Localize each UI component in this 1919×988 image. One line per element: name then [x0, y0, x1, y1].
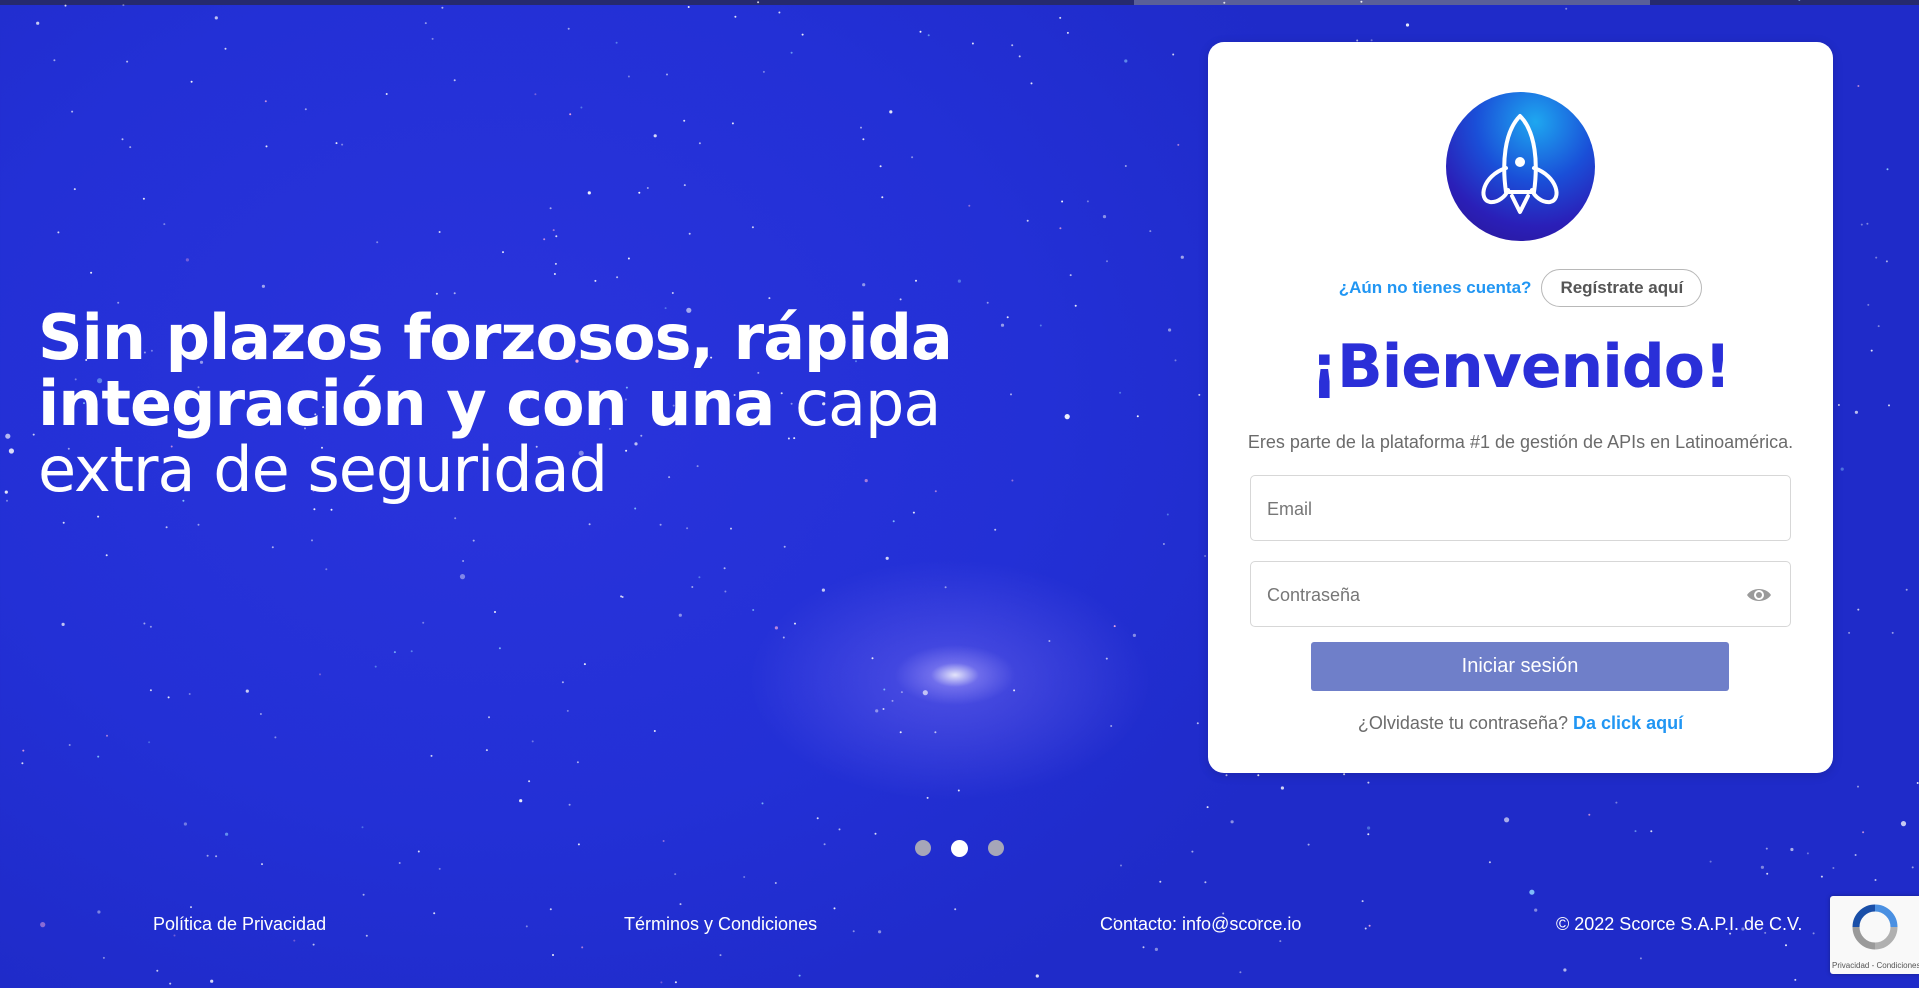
carousel-dot-3[interactable] — [988, 840, 1004, 856]
carousel-dot-2[interactable] — [951, 839, 968, 857]
email-input[interactable] — [1265, 476, 1749, 542]
signup-question: ¿Aún no tienes cuenta? — [1338, 278, 1532, 297]
recaptcha-icon — [1852, 904, 1898, 950]
forgot-link[interactable]: Da click aquí — [1573, 713, 1683, 733]
password-input[interactable] — [1265, 562, 1749, 628]
hero-line-1: Sin plazos forzosos, rápida — [38, 301, 953, 374]
register-button[interactable]: Regístrate aquí — [1541, 269, 1703, 307]
recaptcha-badge[interactable]: Privacidad - Condiciones — [1830, 896, 1919, 974]
forgot-password: ¿Olvidaste tu contraseña? Da click aquí — [1208, 713, 1833, 734]
email-field — [1250, 475, 1791, 542]
welcome-title: ¡Bienvenido! — [1310, 332, 1732, 402]
carousel-dot-1[interactable] — [915, 840, 931, 856]
eye-icon[interactable] — [1746, 584, 1772, 606]
hero-line-3: extra de seguridad — [38, 433, 608, 506]
copyright-text: © 2022 Scorce S.A.P.I. de C.V. — [1556, 914, 1803, 934]
carousel-dots — [915, 839, 1004, 857]
forgot-text: ¿Olvidaste tu contraseña? — [1357, 713, 1569, 733]
login-card: ¿Aún no tienes cuenta? Regístrate aquí ¡… — [1208, 42, 1833, 773]
terms-link[interactable]: Términos y Condiciones — [624, 914, 817, 935]
rocket-icon — [1446, 92, 1595, 241]
contact-link[interactable]: Contacto: info@scorce.io — [1100, 914, 1301, 935]
login-button[interactable]: Iniciar sesión — [1311, 642, 1729, 691]
password-field — [1250, 561, 1791, 628]
signup-row: ¿Aún no tienes cuenta? Regístrate aquí — [1208, 269, 1833, 307]
welcome-subtitle: Eres parte de la plataforma #1 de gestió… — [1247, 432, 1794, 452]
privacy-link[interactable]: Política de Privacidad — [153, 914, 326, 935]
hero-headline: Sin plazos forzosos, rápida integración … — [38, 305, 1098, 503]
hero-line-2-bold: integración y con una — [38, 367, 795, 440]
hero-line-2-light: capa — [794, 367, 941, 440]
recaptcha-text: Privacidad - Condiciones — [1832, 961, 1919, 970]
